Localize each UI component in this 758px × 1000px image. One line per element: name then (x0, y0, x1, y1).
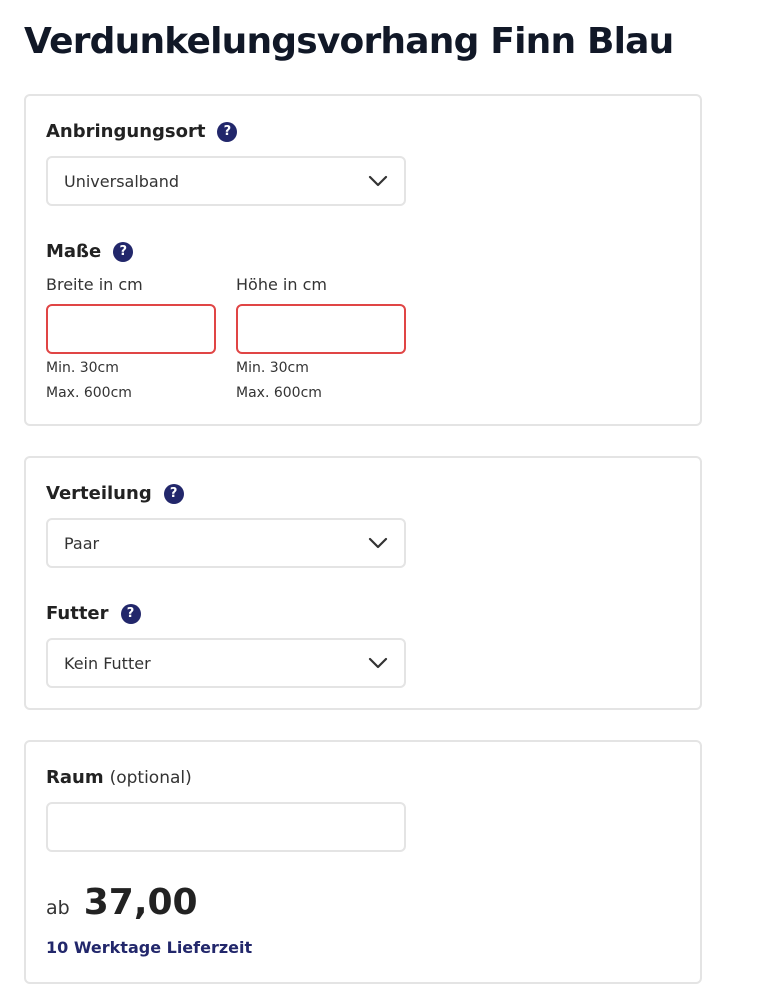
page-title: Verdunkelungsvorhang Finn Blau (24, 21, 674, 62)
breite-max-hint: Max. 600cm (46, 385, 132, 401)
delivery-time: 10 Werktage Lieferzeit (46, 938, 253, 957)
verteilung-selected-value: Paar (64, 533, 100, 553)
futter-label-text: Futter (46, 603, 109, 624)
futter-selected-value: Kein Futter (64, 653, 151, 673)
mounting-dimensions-card: Anbringungsort ? Universalband Maße ? Br… (24, 94, 702, 426)
room-price-card: Raum (optional) ab 37,00 10 Werktage Lie… (24, 740, 702, 984)
futter-label: Futter ? (46, 602, 141, 626)
hoehe-min-hint: Min. 30cm (236, 360, 309, 376)
price-value: 37,00 (83, 882, 198, 923)
question-circle-icon[interactable]: ? (163, 484, 184, 504)
breite-min-hint: Min. 30cm (46, 360, 119, 376)
raum-label-text: Raum (46, 767, 104, 788)
anbringungsort-label: Anbringungsort ? (46, 120, 238, 144)
masse-label: Maße ? (46, 240, 134, 264)
anbringungsort-label-text: Anbringungsort (46, 121, 206, 142)
distribution-lining-card: Verteilung ? Paar Futter ? Kein Futter (24, 456, 702, 710)
verteilung-label-text: Verteilung (46, 483, 152, 504)
question-circle-icon[interactable]: ? (120, 604, 141, 624)
anbringungsort-selected-value: Universalband (64, 171, 180, 191)
verteilung-select[interactable]: Paar (46, 518, 406, 568)
hoehe-input[interactable] (236, 304, 406, 354)
chevron-down-icon (368, 653, 388, 673)
question-circle-icon[interactable]: ? (217, 122, 238, 142)
raum-input[interactable] (46, 802, 406, 852)
hoehe-max-hint: Max. 600cm (236, 385, 322, 401)
breite-label: Breite in cm (46, 275, 143, 294)
question-circle-icon[interactable]: ? (113, 242, 134, 262)
price: ab 37,00 (46, 882, 198, 923)
raum-label: Raum (optional) (46, 766, 192, 790)
chevron-down-icon (368, 533, 388, 553)
verteilung-label: Verteilung ? (46, 482, 184, 506)
anbringungsort-select[interactable]: Universalband (46, 156, 406, 206)
raum-optional-text: (optional) (109, 768, 192, 788)
breite-input[interactable] (46, 304, 216, 354)
futter-select[interactable]: Kein Futter (46, 638, 406, 688)
chevron-down-icon (368, 171, 388, 191)
price-prefix: ab (46, 897, 70, 919)
hoehe-label: Höhe in cm (236, 275, 327, 294)
masse-label-text: Maße (46, 241, 102, 262)
